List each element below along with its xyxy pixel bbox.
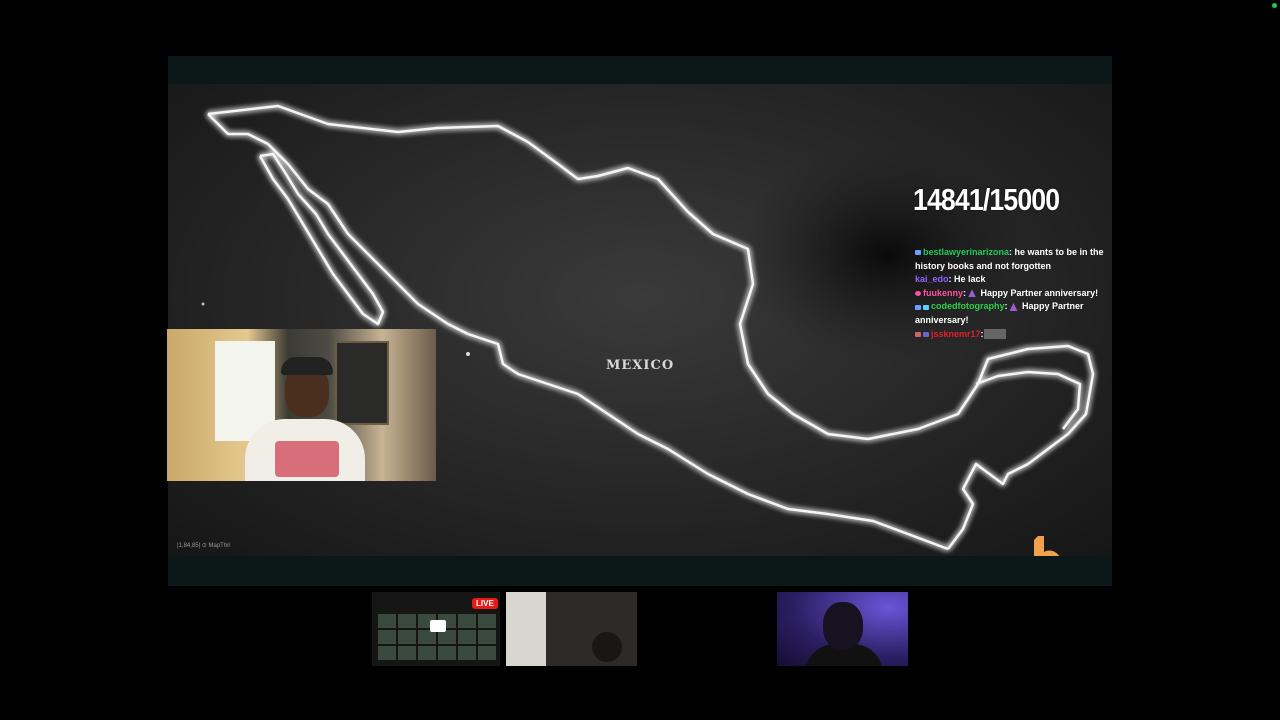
chat-text: He lack — [951, 274, 986, 285]
chat-message: jssknemr17: — [915, 328, 1112, 342]
chat-badge-icon — [915, 290, 921, 296]
player-bottom-bar — [168, 556, 1112, 586]
chat-message: fuukenny: Happy Partner anniversary! — [915, 287, 1112, 301]
chat-username: bestlawyerinarizona — [923, 247, 1010, 257]
video-frame[interactable]: MEXICO |1,84,85| ⊙ MapThri 14841/15000 b… — [168, 84, 1112, 583]
chat-message: kai_edo: He lack — [915, 274, 986, 285]
streamer-webcam — [167, 329, 436, 481]
chat-message: codedfotography: Happy Partner anniversa… — [915, 301, 1084, 325]
thumbnail-cursor-icon — [430, 620, 446, 632]
chat-message: bestlawyerinarizona: he wants to be in t… — [915, 247, 1104, 271]
status-indicator-icon — [1272, 3, 1277, 8]
stream-thumbnail[interactable] — [777, 592, 908, 666]
thumbnail-person — [592, 632, 622, 662]
chat-overlay: bestlawyerinarizona: he wants to be in t… — [915, 246, 1112, 341]
live-badge: LIVE — [472, 598, 498, 609]
chat-badge-icon — [915, 250, 921, 256]
video-credit: |1,84,85| ⊙ MapThri — [177, 543, 231, 549]
stream-thumbnail[interactable] — [506, 592, 637, 666]
sub-goal-counter: 14841/15000 — [913, 182, 1060, 217]
chat-badge-icon — [915, 331, 921, 337]
player-top-bar — [168, 56, 1112, 84]
baja-outline — [258, 152, 385, 326]
chat-badge-icon — [915, 304, 921, 310]
partner-emote-icon — [1009, 303, 1018, 311]
chat-text: Happy Partner anniversary! — [978, 287, 1099, 298]
thumbnail-shelf — [506, 592, 546, 666]
partner-emote-icon — [968, 289, 977, 298]
chat-username: kai_edo — [915, 274, 949, 285]
chat-username: jssknemr17 — [931, 328, 981, 339]
chat-username: fuukenny — [923, 287, 964, 298]
chat-badge-icon — [923, 331, 929, 337]
stream-viewer: MEXICO |1,84,85| ⊙ MapThri 14841/15000 b… — [0, 0, 1280, 720]
webcam-background-board — [335, 341, 389, 425]
gif-emote-icon — [983, 329, 1006, 340]
chat-badge-icon — [923, 304, 929, 310]
video-player[interactable]: MEXICO |1,84,85| ⊙ MapThri 14841/15000 b… — [168, 56, 1112, 586]
shirt-graphic — [275, 441, 339, 477]
thumbnail-person — [823, 602, 863, 650]
yucatan-outline — [975, 370, 1082, 430]
chat-username: codedfotography — [931, 301, 1005, 312]
streamer-cap — [281, 357, 333, 375]
map-country-label: MEXICO — [606, 358, 675, 373]
